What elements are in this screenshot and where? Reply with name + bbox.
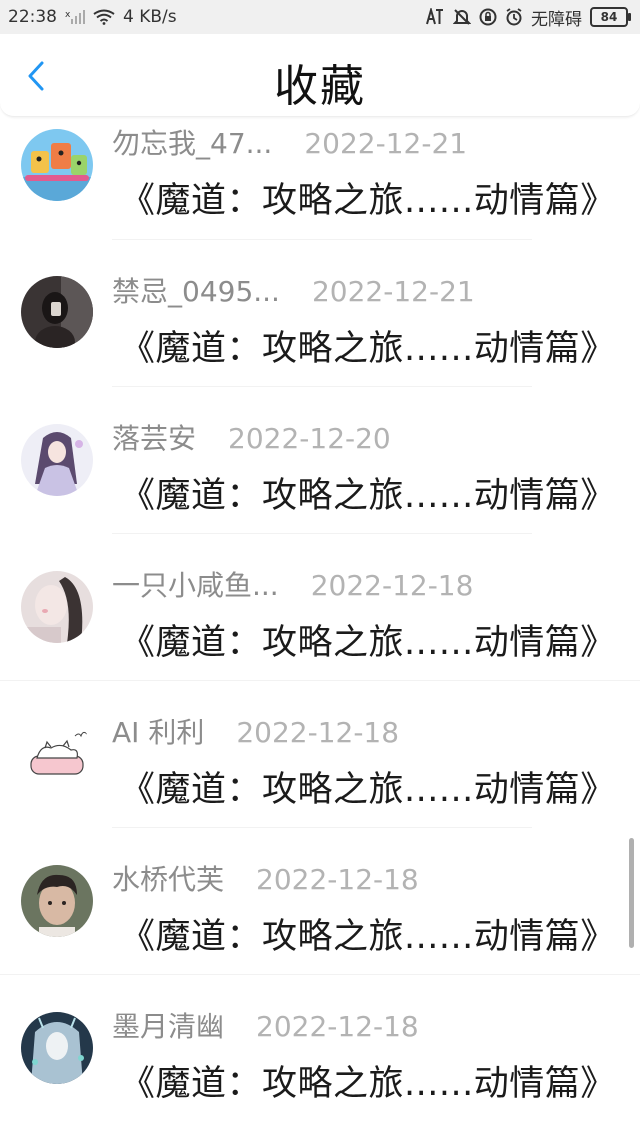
avatar-cat-bed[interactable] — [21, 718, 93, 790]
date: 2022-12-21 — [304, 127, 468, 160]
post-title[interactable]: 《魔道：攻略之旅......动情篇》 — [120, 1055, 616, 1106]
list-item[interactable]: 勿忘我_47... 2022-12-21 《魔道：攻略之旅......动情篇》 — [0, 116, 640, 240]
avatar-anime-girl[interactable] — [21, 424, 93, 496]
avatar-soft-portrait[interactable] — [21, 571, 93, 643]
date: 2022-12-18 — [310, 569, 474, 602]
date: 2022-12-21 — [311, 275, 475, 308]
list-item[interactable]: 禁忌_0495... 2022-12-21 《魔道：攻略之旅......动情篇》 — [0, 240, 640, 387]
favorites-list: 勿忘我_47... 2022-12-21 《魔道：攻略之旅......动情篇》 禁… — [0, 116, 640, 1122]
status-time: 22:38 — [8, 7, 57, 27]
avatar-dark-portrait[interactable] — [21, 276, 93, 348]
wifi-icon — [93, 9, 115, 25]
no-signal-icon: x — [65, 9, 85, 25]
username[interactable]: 墨月清幽 — [112, 1010, 224, 1043]
lock-rotation-icon — [479, 8, 497, 26]
avatar-cartoon-animals[interactable] — [21, 129, 93, 201]
list-item[interactable]: 落芸安 2022-12-20 《魔道：攻略之旅......动情篇》 — [0, 387, 640, 534]
battery-level: 84 — [600, 10, 618, 24]
post-title[interactable]: 《魔道：攻略之旅......动情篇》 — [120, 614, 616, 665]
username[interactable]: 勿忘我_47... — [112, 127, 272, 160]
mute-bell-icon — [453, 8, 471, 26]
post-title[interactable]: 《魔道：攻略之旅......动情篇》 — [120, 761, 616, 812]
date: 2022-12-18 — [256, 863, 419, 896]
list-item[interactable]: 水桥代芙 2022-12-18 《魔道：攻略之旅......动情篇》 — [0, 828, 640, 975]
avatar-boy-portrait[interactable] — [21, 865, 93, 937]
post-title[interactable]: 《魔道：攻略之旅......动情篇》 — [120, 467, 616, 518]
svg-text:x: x — [65, 10, 71, 20]
network-speed: 4 KB/s — [123, 7, 177, 27]
status-bar: 22:38 x 4 KB/s 无障碍 84 — [0, 0, 640, 34]
date: 2022-12-18 — [256, 1010, 419, 1043]
post-title[interactable]: 《魔道：攻略之旅......动情篇》 — [120, 172, 616, 223]
app-notification-icon — [425, 8, 445, 26]
alarm-clock-icon — [505, 8, 523, 26]
avatar-fantasy-girl[interactable] — [21, 1012, 93, 1084]
date: 2022-12-18 — [236, 716, 400, 749]
username[interactable]: 落芸安 — [112, 422, 196, 455]
username[interactable]: 禁忌_0495... — [112, 275, 280, 308]
top-nav-bar: 收藏 — [0, 34, 640, 117]
scrollbar[interactable] — [629, 838, 634, 948]
page-title: 收藏 — [274, 61, 366, 112]
list-item[interactable]: 一只小咸鱼... 2022-12-18 《魔道：攻略之旅......动情篇》 — [0, 534, 640, 681]
username[interactable]: 一只小咸鱼... — [112, 569, 279, 602]
username[interactable]: 水桥代芙 — [112, 863, 224, 896]
list-item[interactable]: 墨月清幽 2022-12-18 《魔道：攻略之旅......动情篇》 — [0, 975, 640, 1122]
battery-icon: 84 — [590, 7, 631, 27]
accessibility-label: 无障碍 — [531, 9, 582, 30]
date: 2022-12-20 — [228, 422, 391, 455]
post-title[interactable]: 《魔道：攻略之旅......动情篇》 — [120, 320, 616, 371]
username[interactable]: AI 利利 — [112, 716, 204, 749]
list-item[interactable]: AI 利利 2022-12-18 《魔道：攻略之旅......动情篇》 — [0, 681, 640, 828]
post-title[interactable]: 《魔道：攻略之旅......动情篇》 — [120, 908, 616, 959]
